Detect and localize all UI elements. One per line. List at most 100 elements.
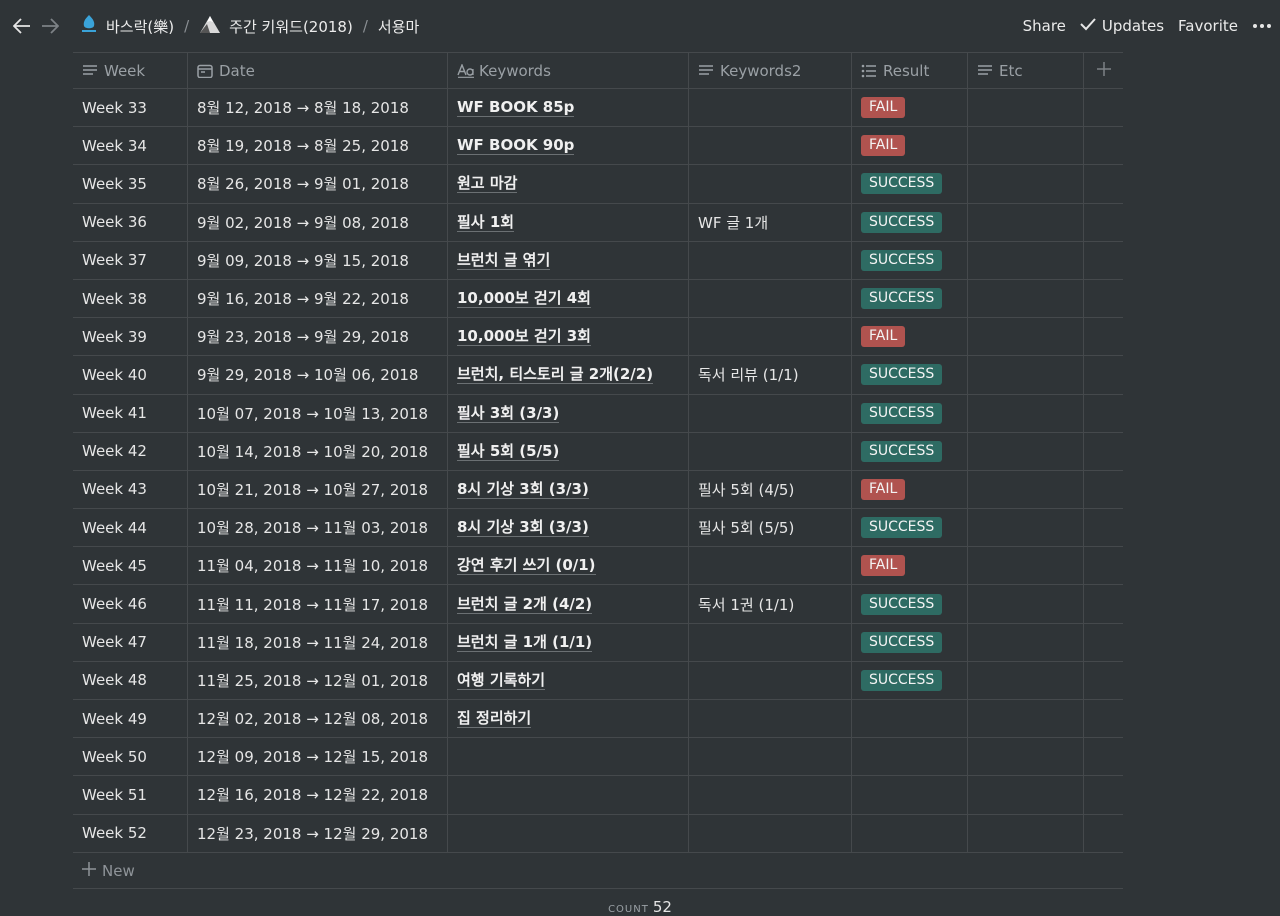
cell-keywords[interactable]: 여행 기록하기 (448, 661, 689, 699)
cell-date[interactable]: 10월 28, 2018 → 11월 03, 2018 (188, 509, 448, 547)
cell-week[interactable]: Week 36 (73, 203, 188, 241)
updates-button[interactable]: Updates (1080, 17, 1164, 35)
table-row[interactable]: Week 44 10월 28, 2018 → 11월 03, 2018 8시 기상 … (73, 509, 1123, 548)
cell-keywords[interactable]: 브런치, 티스토리 글 2개(2/2) (448, 356, 689, 394)
cell-week[interactable]: Week 41 (73, 394, 188, 432)
cell-result[interactable] (852, 700, 968, 738)
cell-keywords[interactable]: 필사 3회 (3/3) (448, 394, 689, 432)
table-row[interactable]: Week 42 10월 14, 2018 → 10월 20, 2018 필사 5회 … (73, 432, 1123, 471)
cell-etc[interactable] (968, 394, 1084, 432)
cell-result[interactable]: FAIL (852, 127, 968, 165)
cell-keywords2[interactable] (689, 279, 852, 318)
cell-keywords[interactable]: 강연 후기 쓰기 (0/1) (448, 547, 689, 585)
cell-keywords[interactable]: 집 정리하기 (448, 700, 689, 738)
cell-result[interactable]: FAIL (852, 547, 968, 585)
cell-keywords[interactable]: 브런치 글 1개 (1/1) (448, 623, 689, 661)
cell-keywords2[interactable] (689, 623, 852, 661)
cell-result[interactable]: SUCCESS (852, 279, 968, 318)
table-row[interactable]: Week 51 12월 16, 2018 → 12월 22, 2018 (73, 776, 1123, 815)
cell-date[interactable]: 12월 23, 2018 → 12월 29, 2018 (188, 814, 448, 852)
cell-week[interactable]: Week 48 (73, 661, 188, 699)
cell-keywords2[interactable] (689, 738, 852, 776)
cell-date[interactable]: 9월 16, 2018 → 9월 22, 2018 (188, 279, 448, 318)
cell-keywords2[interactable] (689, 165, 852, 203)
cell-keywords[interactable]: 8시 기상 3회 (3/3) (448, 509, 689, 547)
cell-week[interactable]: Week 52 (73, 814, 188, 852)
cell-result[interactable]: FAIL (852, 318, 968, 356)
cell-week[interactable]: Week 46 (73, 585, 188, 623)
cell-date[interactable]: 8월 19, 2018 → 8월 25, 2018 (188, 127, 448, 165)
cell-keywords2[interactable] (689, 318, 852, 356)
cell-keywords[interactable] (448, 738, 689, 776)
breadcrumb-current[interactable]: 서용마 (374, 14, 423, 39)
table-row[interactable]: Week 47 11월 18, 2018 → 11월 24, 2018 브런치 글 … (73, 623, 1123, 662)
back-arrow-icon[interactable] (8, 12, 36, 40)
cell-keywords[interactable]: 필사 1회 (448, 203, 689, 241)
column-header-result[interactable]: Result (852, 53, 968, 88)
table-row[interactable]: Week 36 9월 02, 2018 → 9월 08, 2018 필사 1회 WF … (73, 203, 1123, 242)
cell-etc[interactable] (968, 509, 1084, 547)
cell-etc[interactable] (968, 89, 1084, 127)
cell-etc[interactable] (968, 241, 1084, 279)
table-row[interactable]: Week 33 8월 12, 2018 → 8월 18, 2018 WF BOOK … (73, 89, 1123, 128)
cell-week[interactable]: Week 45 (73, 547, 188, 585)
cell-keywords2[interactable]: 필사 5회 (5/5) (689, 509, 852, 547)
cell-result[interactable] (852, 776, 968, 814)
table-row[interactable]: Week 52 12월 23, 2018 → 12월 29, 2018 (73, 814, 1123, 853)
cell-week[interactable]: Week 42 (73, 432, 188, 470)
cell-keywords[interactable]: 브런치 글 엮기 (448, 241, 689, 279)
cell-keywords2[interactable] (689, 241, 852, 279)
table-row[interactable]: Week 41 10월 07, 2018 → 10월 13, 2018 필사 3회 … (73, 394, 1123, 433)
cell-keywords2[interactable] (689, 547, 852, 585)
cell-keywords2[interactable] (689, 89, 852, 127)
cell-keywords[interactable]: 10,000보 걷기 3회 (448, 318, 689, 356)
cell-week[interactable]: Week 44 (73, 509, 188, 547)
new-row-button[interactable]: New (73, 853, 1123, 889)
table-row[interactable]: Week 39 9월 23, 2018 → 9월 29, 2018 10,000보 … (73, 318, 1123, 357)
cell-date[interactable]: 11월 25, 2018 → 12월 01, 2018 (188, 661, 448, 699)
cell-keywords2[interactable] (689, 700, 852, 738)
cell-etc[interactable] (968, 165, 1084, 203)
cell-keywords[interactable]: 브런치 글 2개 (4/2) (448, 585, 689, 623)
cell-etc[interactable] (968, 547, 1084, 585)
table-row[interactable]: Week 35 8월 26, 2018 → 9월 01, 2018 원고 마감 SUC… (73, 165, 1123, 204)
cell-keywords[interactable]: 8시 기상 3회 (3/3) (448, 470, 689, 509)
table-row[interactable]: Week 46 11월 11, 2018 → 11월 17, 2018 브런치 글 … (73, 585, 1123, 624)
cell-date[interactable]: 11월 11, 2018 → 11월 17, 2018 (188, 585, 448, 623)
cell-keywords2[interactable] (689, 127, 852, 165)
cell-date[interactable]: 9월 02, 2018 → 9월 08, 2018 (188, 203, 448, 241)
cell-keywords[interactable]: WF BOOK 90p (448, 127, 689, 165)
cell-date[interactable]: 11월 04, 2018 → 11월 10, 2018 (188, 547, 448, 585)
cell-etc[interactable] (968, 623, 1084, 661)
cell-date[interactable]: 12월 09, 2018 → 12월 15, 2018 (188, 738, 448, 776)
share-button[interactable]: Share (1023, 17, 1066, 35)
cell-date[interactable]: 10월 21, 2018 → 10월 27, 2018 (188, 470, 448, 509)
cell-keywords[interactable]: 원고 마감 (448, 165, 689, 203)
cell-week[interactable]: Week 49 (73, 700, 188, 738)
add-column-button[interactable] (1084, 53, 1123, 88)
column-header-week[interactable]: Week (73, 53, 188, 88)
cell-etc[interactable] (968, 776, 1084, 814)
cell-result[interactable]: SUCCESS (852, 661, 968, 699)
cell-etc[interactable] (968, 661, 1084, 699)
cell-date[interactable]: 9월 09, 2018 → 9월 15, 2018 (188, 241, 448, 279)
cell-etc[interactable] (968, 470, 1084, 509)
table-row[interactable]: Week 43 10월 21, 2018 → 10월 27, 2018 8시 기상 … (73, 470, 1123, 510)
column-header-keywords[interactable]: Keywords (448, 53, 689, 88)
table-row[interactable]: Week 34 8월 19, 2018 → 8월 25, 2018 WF BOOK … (73, 127, 1123, 166)
cell-keywords2[interactable]: 독서 1권 (1/1) (689, 585, 852, 623)
cell-result[interactable]: SUCCESS (852, 623, 968, 661)
cell-etc[interactable] (968, 356, 1084, 394)
cell-keywords2[interactable]: 독서 리뷰 (1/1) (689, 356, 852, 394)
cell-etc[interactable] (968, 585, 1084, 623)
cell-result[interactable]: SUCCESS (852, 509, 968, 547)
cell-week[interactable]: Week 39 (73, 318, 188, 356)
forward-arrow-icon[interactable] (36, 12, 64, 40)
cell-date[interactable]: 8월 12, 2018 → 8월 18, 2018 (188, 89, 448, 127)
column-header-etc[interactable]: Etc (968, 53, 1084, 88)
table-row[interactable]: Week 37 9월 09, 2018 → 9월 15, 2018 브런치 글 엮기… (73, 241, 1123, 280)
table-row[interactable]: Week 48 11월 25, 2018 → 12월 01, 2018 여행 기록하… (73, 661, 1123, 700)
cell-week[interactable]: Week 38 (73, 279, 188, 318)
cell-etc[interactable] (968, 814, 1084, 852)
cell-date[interactable]: 9월 29, 2018 → 10월 06, 2018 (188, 356, 448, 394)
